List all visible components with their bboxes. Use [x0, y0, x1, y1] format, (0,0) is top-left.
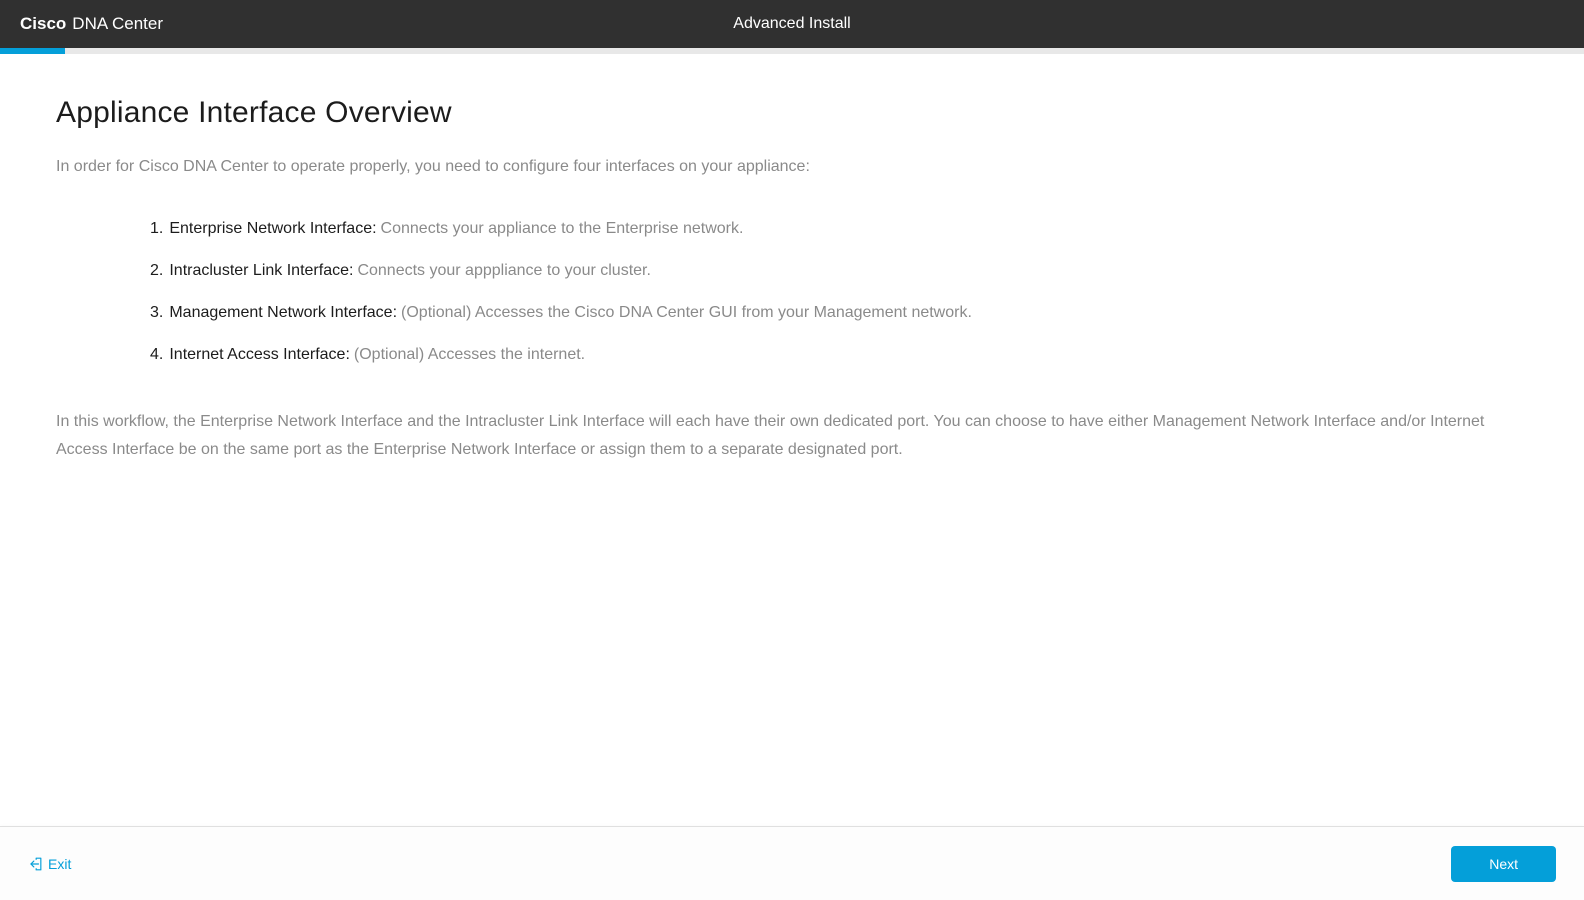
header-title: Advanced Install: [733, 15, 850, 33]
progress-bar-fill: [0, 48, 65, 54]
exit-label: Exit: [48, 856, 71, 872]
item-label: Intracluster Link Interface:: [169, 262, 353, 280]
item-number: 3.: [150, 304, 163, 322]
item-number: 4.: [150, 346, 163, 364]
outro-paragraph: In this workflow, the Enterprise Network…: [56, 408, 1528, 464]
brand-block: Cisco DNA Center: [20, 14, 163, 34]
progress-bar-track: [0, 48, 1584, 54]
exit-button[interactable]: Exit: [28, 856, 71, 872]
item-number: 2.: [150, 262, 163, 280]
item-number: 1.: [150, 220, 163, 238]
intro-paragraph: In order for Cisco DNA Center to operate…: [56, 158, 1528, 176]
item-description: Connects your apppliance to your cluster…: [357, 262, 651, 280]
list-item: 2. Intracluster Link Interface: Connects…: [150, 262, 1528, 280]
exit-icon: [28, 857, 42, 871]
item-description: (Optional) Accesses the Cisco DNA Center…: [401, 304, 972, 322]
page-title: Appliance Interface Overview: [56, 96, 1528, 130]
footer-bar: Exit Next: [0, 826, 1584, 900]
item-label: Enterprise Network Interface:: [169, 220, 376, 238]
item-label: Management Network Interface:: [169, 304, 397, 322]
next-button[interactable]: Next: [1451, 846, 1556, 882]
list-item: 1. Enterprise Network Interface: Connect…: [150, 220, 1528, 238]
item-label: Internet Access Interface:: [169, 346, 350, 364]
item-description: (Optional) Accesses the internet.: [354, 346, 585, 364]
list-item: 3. Management Network Interface: (Option…: [150, 304, 1528, 322]
brand-normal: DNA Center: [72, 14, 163, 34]
list-item: 4. Internet Access Interface: (Optional)…: [150, 346, 1528, 364]
main-content: Appliance Interface Overview In order fo…: [0, 54, 1584, 464]
app-header: Cisco DNA Center Advanced Install: [0, 0, 1584, 48]
interface-list: 1. Enterprise Network Interface: Connect…: [56, 220, 1528, 364]
item-description: Connects your appliance to the Enterpris…: [381, 220, 744, 238]
brand-bold: Cisco: [20, 14, 66, 34]
